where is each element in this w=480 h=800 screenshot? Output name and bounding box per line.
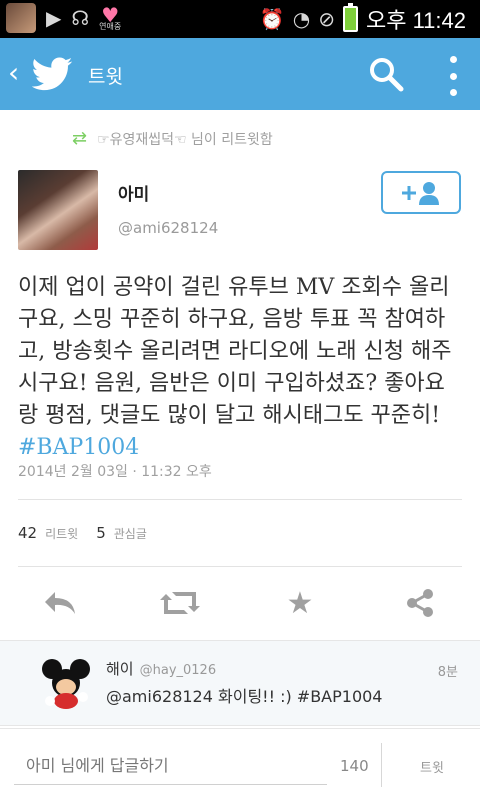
status-clock: 오후 11:42 [365,8,466,33]
reply-author-name: 해이 [106,660,134,678]
tweet-actions: ★ [0,585,480,625]
heart-caption: 연애중 [99,22,122,31]
retweeted-by-text: ☞유영재씹덕☜ 님이 리트윗함 [97,131,273,148]
tweet-body: 이제 업이 공약이 걸린 유투브 MV 조회수 올리구요, 스밍 꾸준히 하구요… [18,275,452,428]
retweet-icon: ⇄ [72,128,88,149]
battery-icon [342,3,358,32]
divider [18,499,462,500]
wifi-icon: ◔ [292,7,311,31]
author-name[interactable]: 아미 [118,180,149,205]
reply-composer: 140 트윗 [0,728,480,800]
page-title: 트윗 [88,66,123,88]
hashtag-link[interactable]: #BAP1004 [18,435,139,460]
notification-avatar-icon [6,3,36,33]
reply-time: 8분 [437,665,458,680]
retweet-action-icon[interactable] [160,585,200,621]
reply-item[interactable]: 해이 @hay_0126 8분 @ami628124 화이팅!! :) #BAP1… [0,640,480,726]
favorite-count-label[interactable]: 관심글 [114,525,147,542]
couple-app-icon: ♥ 연애중 [99,5,121,31]
alarm-icon: ⏰ [259,7,285,31]
search-icon[interactable] [368,56,404,92]
no-sim-icon: ⊘ [318,7,335,31]
author-handle[interactable]: @ami628124 [118,219,218,237]
back-chevron-icon[interactable]: ‹ [8,56,19,89]
reply-author[interactable]: 해이 @hay_0126 [106,658,216,679]
app-bar: ‹ 트윗 [0,38,480,110]
share-icon[interactable] [400,585,440,621]
media-play-icon: ▶ [46,6,62,30]
reply-input[interactable] [14,747,327,785]
reply-icon[interactable] [40,585,80,621]
divider [381,743,382,787]
favorite-count[interactable]: 5 [96,524,106,542]
headphones-icon: ☊ [71,6,90,30]
overflow-menu-icon[interactable] [446,56,460,96]
status-bar: ▶ ☊ ♥ 연애중 ⏰ ◔ ⊘ 오후 11:42 [0,0,480,38]
follow-button[interactable] [381,171,461,214]
tweet-stats: 42 리트윗 5 관심글 [18,524,157,542]
character-counter: 140 [340,757,369,775]
retweeted-by[interactable]: ⇄ ☞유영재씹덕☜ 님이 리트윗함 [72,128,273,149]
favorite-star-icon[interactable]: ★ [280,585,320,621]
reply-author-handle: @hay_0126 [139,663,217,678]
retweet-count-label[interactable]: 리트윗 [45,525,78,542]
author-avatar[interactable] [18,170,98,250]
send-tweet-button[interactable]: 트윗 [420,757,444,776]
retweet-count[interactable]: 42 [18,524,37,542]
add-user-icon [402,181,439,205]
tweet-timestamp: 2014년 2월 03일 · 11:32 오후 [18,464,212,480]
divider [18,566,462,567]
reply-text: @ami628124 화이팅!! :) #BAP1004 [106,687,383,706]
reply-avatar[interactable] [40,657,92,709]
tweet-text: 이제 업이 공약이 걸린 유투브 MV 조회수 올리구요, 스밍 꾸준히 하구요… [18,272,458,464]
twitter-bird-icon[interactable] [30,52,74,96]
